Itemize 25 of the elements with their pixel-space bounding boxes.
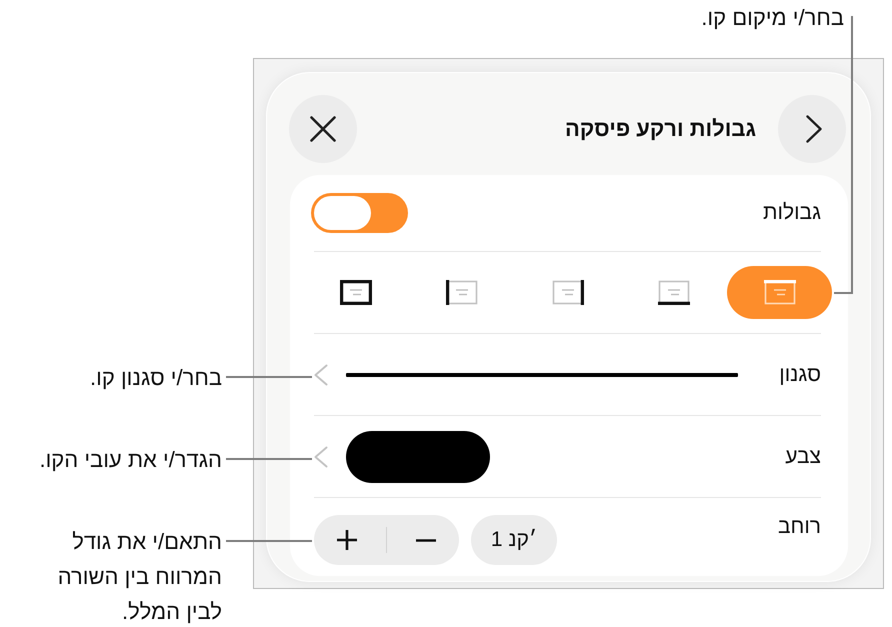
border-top-icon xyxy=(764,280,796,305)
line-style-sample[interactable] xyxy=(346,372,738,376)
row-label: רוחב xyxy=(778,515,821,539)
width-value[interactable]: 1 נק׳ xyxy=(471,515,557,565)
border-all-icon xyxy=(340,280,372,305)
close-icon xyxy=(310,116,336,142)
chevron-icon xyxy=(314,446,328,468)
row-label: גבולות xyxy=(763,201,821,225)
callout-text: התאם/י את גודל המרווח בין השורה לבין המלל. xyxy=(56,528,222,626)
plus-icon xyxy=(337,530,357,550)
color-swatch[interactable] xyxy=(346,430,490,482)
minus-icon xyxy=(416,538,436,542)
toggle-switch[interactable] xyxy=(311,193,408,233)
increase-button[interactable] xyxy=(314,515,386,565)
row-label: צבע xyxy=(785,444,821,468)
row-label: סגנון xyxy=(779,362,821,386)
border-right-icon xyxy=(552,280,584,305)
chevron-icon xyxy=(314,364,328,386)
border-bottom-icon xyxy=(658,280,690,305)
callout-text: הגדר/י את עובי הקו. xyxy=(39,446,222,474)
border-left-icon xyxy=(446,280,478,305)
chevron-icon xyxy=(806,115,822,143)
popover-title: גבולות ורקע פיסקה xyxy=(565,116,756,142)
callout-text: בחר/י סגנון קו. xyxy=(90,364,222,392)
callout-text: בחר/י מיקום קו. xyxy=(701,4,844,32)
